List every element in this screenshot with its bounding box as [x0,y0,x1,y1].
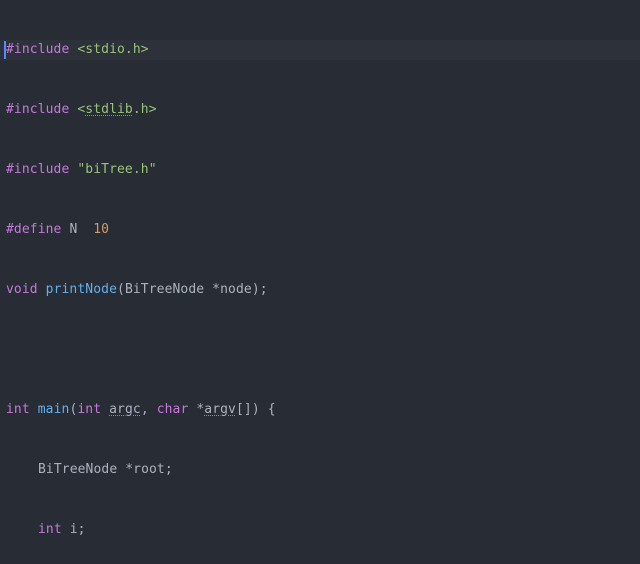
fn-name: printNode [46,282,117,297]
header-name: stdlib [85,102,133,117]
rparen: ) [252,282,260,297]
type: int [38,522,62,537]
code-line-blank[interactable] [6,340,634,360]
fn-name: main [38,402,70,417]
rparen: ) [252,402,260,417]
define-kw: #define [6,222,62,237]
header-ext: .h [133,102,149,117]
header-name: stdio.h [85,42,141,57]
type: BiTreeNode [38,462,117,477]
header-close: " [149,162,157,177]
param-name: argc [109,402,141,417]
code-line[interactable]: int i; [6,520,634,540]
header-name: biTree.h [85,162,148,177]
var-name: i [70,522,78,537]
code-editor[interactable]: #include <stdio.h> #include <stdlib.h> #… [0,0,640,564]
lparen: ( [117,282,125,297]
macro-name: N [69,222,77,237]
code-line[interactable]: #include "biTree.h" [6,160,634,180]
var-name: root [133,462,165,477]
preproc-kw: #include [6,162,69,177]
header-close: > [141,42,149,57]
macro-value: 10 [93,222,109,237]
semi: ; [260,282,268,297]
header-close: > [149,102,157,117]
semi: ; [78,522,86,537]
preproc-kw: #include [6,42,69,57]
lbrace: { [268,402,276,417]
type: int [6,402,30,417]
param-name: node [220,282,252,297]
type: void [6,282,38,297]
param-name: argv [204,402,236,417]
param-type: BiTreeNode [125,282,204,297]
code-line[interactable]: #include <stdlib.h> [6,100,634,120]
type: int [77,402,101,417]
code-line[interactable]: void printNode(BiTreeNode *node); [6,280,634,300]
code-line[interactable]: #include <stdio.h> [0,40,640,60]
star: * [125,462,133,477]
code-line[interactable]: int main(int argc, char *argv[]) { [6,400,634,420]
star: * [212,282,220,297]
code-line[interactable]: BiTreeNode *root; [6,460,634,480]
semi: ; [165,462,173,477]
code-line[interactable]: #define N 10 [6,220,634,240]
preproc-kw: #include [6,102,69,117]
brackets: [] [236,402,252,417]
comma: , [141,402,149,417]
type: char [157,402,189,417]
